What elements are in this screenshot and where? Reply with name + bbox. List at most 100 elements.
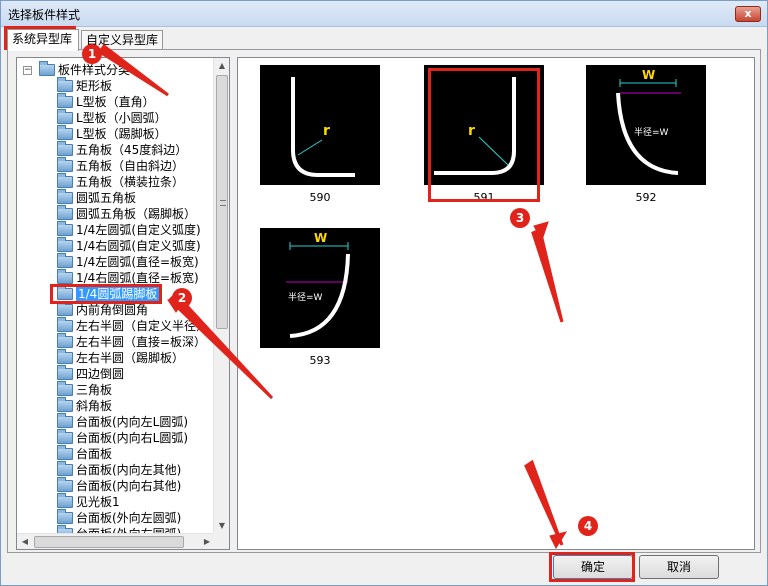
- tree-item[interactable]: 台面板(内向左其他): [57, 461, 181, 478]
- folder-icon: [57, 461, 73, 476]
- tree-item-label: 五角板（横装拉条）: [76, 175, 185, 189]
- tree-item[interactable]: 内前角倒圆角: [57, 301, 149, 318]
- folder-icon: [57, 221, 73, 236]
- folder-icon: [57, 493, 73, 508]
- tree-item[interactable]: 五角板（横装拉条）: [57, 173, 185, 190]
- tree-root-label: 板件样式分类: [58, 63, 131, 77]
- highlight-tree-item-box: [50, 284, 162, 304]
- tree-item-label: L型板（踢脚板）: [76, 127, 167, 141]
- tree-item[interactable]: 台面板(外向左圆弧): [57, 509, 182, 526]
- tree-item[interactable]: 台面板(内向右L圆弧): [57, 429, 189, 446]
- tree-item[interactable]: L型板（直角）: [57, 93, 155, 110]
- folder-icon: [57, 365, 73, 380]
- folder-icon: [57, 477, 73, 492]
- cancel-button[interactable]: 取消: [639, 555, 719, 579]
- hscroll-thumb[interactable]: [34, 536, 184, 548]
- tree-item-label: 三角板: [76, 383, 113, 397]
- tree-item[interactable]: 见光板1: [57, 493, 120, 510]
- folder-icon: [57, 397, 73, 412]
- folder-icon: [57, 237, 73, 252]
- tree-item[interactable]: 四边倒圆: [57, 365, 125, 382]
- tab-system-library[interactable]: 系统异型库: [7, 29, 79, 51]
- tree-item-label: L型板（直角）: [76, 95, 155, 109]
- svg-text:W: W: [314, 231, 327, 245]
- folder-icon: [57, 125, 73, 140]
- tree-item[interactable]: 斜角板: [57, 397, 112, 414]
- folder-icon: [57, 413, 73, 428]
- tree-root[interactable]: − 板件样式分类: [17, 61, 213, 78]
- folder-icon: [57, 381, 73, 396]
- folder-icon: [57, 445, 73, 460]
- thumbnail-label: 590: [309, 191, 331, 204]
- tree-vertical-scrollbar[interactable]: ▲ ▼: [213, 58, 229, 534]
- tree-item[interactable]: 1/4左圆弧(直径=板宽): [57, 253, 199, 270]
- tree-item[interactable]: 左右半圆（自定义半径）: [57, 317, 209, 334]
- folder-icon: [57, 429, 73, 444]
- folder-icon: [57, 509, 73, 524]
- folder-icon: [57, 301, 73, 316]
- window-title: 选择板件样式: [8, 8, 81, 22]
- l-curve-preview-icon: r: [260, 65, 380, 185]
- svg-text:半径=W: 半径=W: [288, 291, 323, 303]
- tree-item[interactable]: 圆弧五角板: [57, 189, 137, 206]
- style-thumbnail-593[interactable]: W 半径=W 593: [260, 228, 382, 368]
- annotation-badge-2: 2: [172, 288, 192, 308]
- tree-item-label: 见光板1: [76, 495, 120, 509]
- svg-text:r: r: [323, 123, 330, 139]
- folder-icon: [57, 109, 73, 124]
- title-bar: 选择板件样式 x: [1, 1, 767, 27]
- tree-item-label: 内前角倒圆角: [76, 303, 149, 317]
- tree-item-label: 左右半圆（自定义半径）: [76, 319, 209, 333]
- tree-item[interactable]: 左右半圆（直接=板深）: [57, 333, 207, 350]
- folder-icon: [57, 253, 73, 268]
- scroll-corner: [213, 533, 229, 549]
- tree-item-label: 左右半圆（踢脚板）: [76, 351, 185, 365]
- scroll-up-arrow-icon[interactable]: ▲: [214, 58, 229, 74]
- tree-item-label: L型板（小圆弧）: [76, 111, 167, 125]
- style-thumbnail-590[interactable]: r 590: [260, 65, 382, 205]
- tree-item[interactable]: 1/4右圆弧(自定义弧度): [57, 237, 201, 254]
- tree-item[interactable]: 五角板（自由斜边）: [57, 157, 184, 174]
- tree-item[interactable]: 五角板（45度斜边）: [57, 141, 188, 158]
- collapse-toggle-icon[interactable]: −: [23, 66, 32, 75]
- tree-item-label: 台面板(外向左圆弧): [76, 511, 182, 525]
- tree-item-label: 四边倒圆: [76, 367, 125, 381]
- tree-item-label: 台面板(内向左L圆弧): [76, 415, 189, 429]
- folder-icon: [39, 61, 55, 76]
- tree-item-label: 左右半圆（直接=板深）: [76, 335, 207, 349]
- folder-icon: [57, 189, 73, 204]
- annotation-badge-1: 1: [82, 44, 102, 64]
- scroll-thumb[interactable]: [216, 75, 228, 329]
- tree-item[interactable]: 三角板: [57, 381, 113, 398]
- tree-item[interactable]: L型板（小圆弧）: [57, 109, 167, 126]
- tree-item[interactable]: 台面板(内向左L圆弧): [57, 413, 189, 430]
- tree-horizontal-scrollbar[interactable]: ◀ ▶: [17, 533, 215, 549]
- tree-item[interactable]: L型板（踢脚板）: [57, 125, 167, 142]
- scroll-down-arrow-icon[interactable]: ▼: [214, 518, 229, 534]
- quarter-arc-right-preview-icon: W 半径=W: [260, 228, 380, 348]
- tree-item-label: 圆弧五角板: [76, 191, 137, 205]
- tree-item[interactable]: 圆弧五角板（踢脚板）: [57, 205, 196, 222]
- svg-text:半径=W: 半径=W: [634, 126, 669, 138]
- quarter-arc-left-preview-icon: W 半径=W: [586, 65, 706, 185]
- folder-icon: [57, 269, 73, 284]
- tree-item[interactable]: 矩形板: [57, 77, 113, 94]
- tree-item-label: 五角板（45度斜边）: [76, 143, 188, 157]
- scroll-left-arrow-icon[interactable]: ◀: [17, 534, 33, 549]
- tree-item[interactable]: 台面板(内向右其他): [57, 477, 181, 494]
- svg-text:W: W: [642, 68, 655, 82]
- tree-item-label: 台面板(内向右L圆弧): [76, 431, 189, 445]
- thumbnail-label: 592: [635, 191, 657, 204]
- folder-icon: [57, 205, 73, 220]
- tree-item[interactable]: 台面板: [57, 445, 112, 462]
- thumbnail-label: 593: [309, 354, 331, 367]
- annotation-badge-4: 4: [578, 516, 598, 536]
- tree-item[interactable]: 1/4左圆弧(自定义弧度): [57, 221, 201, 238]
- style-thumbnail-592[interactable]: W 半径=W 592: [586, 65, 708, 205]
- tree-item-label: 矩形板: [76, 79, 113, 93]
- folder-icon: [57, 173, 73, 188]
- annotation-badge-3: 3: [510, 208, 530, 228]
- tree-item[interactable]: 左右半圆（踢脚板）: [57, 349, 185, 366]
- folder-icon: [57, 157, 73, 172]
- close-button[interactable]: x: [735, 6, 761, 22]
